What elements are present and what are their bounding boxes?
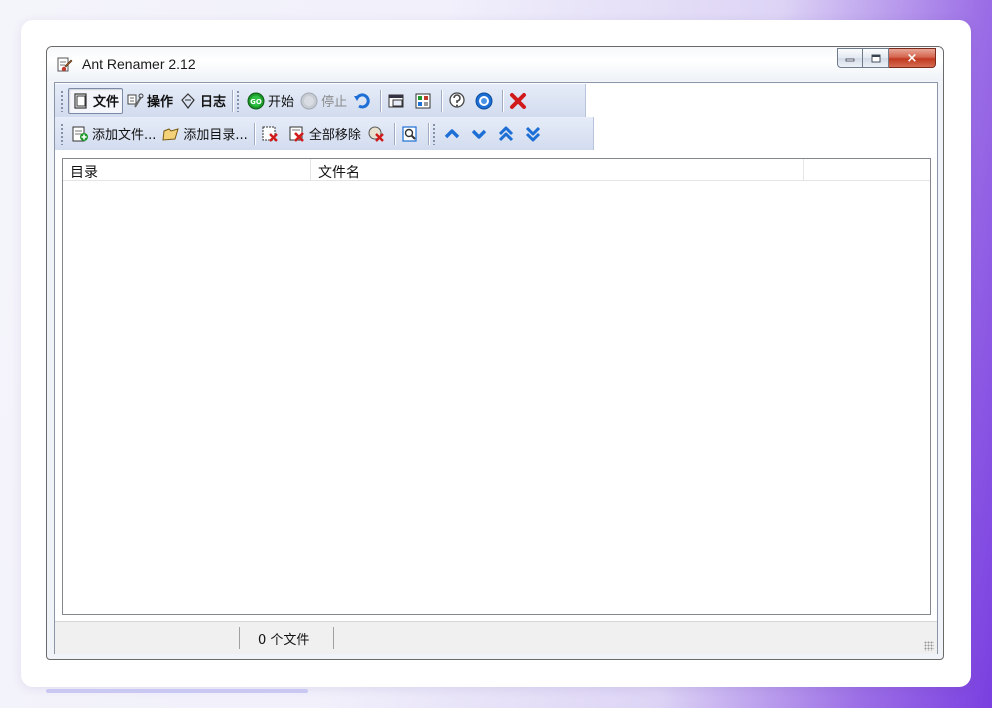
remove-dead-button[interactable] (364, 122, 391, 146)
undo-icon (354, 92, 370, 108)
stop-icon (300, 92, 318, 109)
double-arrow-up-icon (498, 126, 513, 141)
move-top-button[interactable] (494, 122, 521, 146)
remove-all-label: 全部移除 (308, 128, 361, 143)
toolbar-separator (253, 122, 255, 145)
minimize-button[interactable] (837, 48, 863, 68)
folder-icon (162, 127, 180, 141)
close-button[interactable]: × (889, 48, 936, 68)
svg-text:GO: GO (250, 98, 262, 106)
status-panel-empty (55, 627, 240, 649)
files-tab-label: 文件 (93, 95, 120, 110)
file-list[interactable]: 目录 文件名 (62, 158, 931, 615)
app-icon (57, 57, 73, 72)
remove-all-button[interactable]: 全部移除 (285, 122, 364, 146)
maximize-button[interactable] (863, 48, 889, 68)
log-tab-label: 日志 (200, 95, 227, 110)
main-toolbar: 文件 操作 日志 GO 开始 停止 (55, 84, 586, 117)
toolbar-grip[interactable] (60, 89, 64, 112)
move-up-button[interactable] (440, 122, 467, 146)
help-icon (449, 91, 465, 108)
toolbar-grip[interactable] (236, 89, 241, 112)
exit-button[interactable] (506, 89, 533, 113)
files-toolbar: 添加文件... 添加目录... 全部移除 (55, 117, 594, 150)
card-accent-bar (46, 689, 308, 693)
toolbar-area: 文件 操作 日志 GO 开始 停止 添加文件... 添加目录... 全部移除 (55, 83, 937, 151)
magnifier-icon (402, 125, 417, 142)
title-bar[interactable]: Ant Renamer 2.12 × (47, 47, 943, 81)
add-file-icon (72, 126, 88, 141)
add-files-label: 添加文件... (92, 128, 157, 143)
go-icon: GO (247, 92, 265, 109)
window-mode-button[interactable] (384, 89, 411, 113)
toolbar-separator (502, 89, 504, 112)
add-folder-button[interactable]: 添加目录... (159, 122, 250, 146)
window-icon (388, 94, 404, 107)
maximize-icon (871, 54, 880, 62)
settings-button[interactable] (411, 89, 438, 113)
list-header: 目录 文件名 (63, 159, 930, 181)
remove-selected-button[interactable] (258, 122, 285, 146)
grid-icon (415, 93, 431, 108)
toolbar-separator (393, 122, 395, 145)
start-label: 开始 (268, 95, 295, 110)
remove-all-icon (289, 126, 304, 142)
log-icon (181, 92, 195, 109)
add-files-button[interactable]: 添加文件... (68, 122, 159, 146)
toolbar-grip[interactable] (60, 122, 64, 145)
files-icon (74, 92, 87, 109)
move-down-button[interactable] (467, 122, 494, 146)
toolbar-separator (380, 89, 382, 112)
minimize-icon (845, 58, 855, 62)
app-window: Ant Renamer 2.12 × 文件 操作 日志 GO 开始 停止 添加文… (46, 46, 944, 660)
arrow-up-icon (444, 128, 460, 138)
toolbar-grip[interactable] (431, 122, 436, 145)
actions-tab-label: 操作 (147, 95, 174, 110)
double-arrow-down-icon (525, 126, 540, 141)
preview-button[interactable] (398, 122, 425, 146)
start-button[interactable]: GO 开始 (244, 89, 297, 113)
stop-label: 停止 (321, 95, 348, 110)
window-title: Ant Renamer 2.12 (82, 56, 196, 72)
remove-selected-icon (262, 126, 278, 142)
log-tab-button[interactable]: 日志 (176, 89, 229, 113)
client-area: 文件 操作 日志 GO 开始 停止 添加文件... 添加目录... 全部移除 目… (54, 82, 938, 654)
arrow-down-icon (471, 129, 487, 139)
stop-button[interactable]: 停止 (297, 89, 350, 113)
add-folder-label: 添加目录... (183, 128, 248, 143)
remove-missing-icon (368, 126, 384, 142)
info-icon (475, 92, 493, 109)
actions-tab-button[interactable]: 操作 (123, 89, 176, 113)
move-bottom-button[interactable] (521, 122, 548, 146)
status-file-count: 0 个文件 (240, 627, 334, 649)
toolbar-separator (441, 89, 443, 112)
help-button[interactable] (445, 89, 472, 113)
files-tab-button[interactable]: 文件 (68, 87, 124, 114)
caption-buttons: × (837, 48, 936, 68)
toolbar-separator (427, 122, 429, 145)
column-header-empty[interactable] (804, 159, 930, 180)
close-icon: × (906, 50, 918, 66)
tools-icon (127, 93, 144, 108)
column-header-filename[interactable]: 文件名 (311, 159, 804, 181)
exit-icon (510, 92, 527, 109)
undo-button[interactable] (350, 89, 377, 113)
about-button[interactable] (472, 89, 499, 113)
resize-grip[interactable] (924, 641, 934, 651)
status-bar: 0 个文件 (55, 621, 937, 654)
toolbar-separator (232, 89, 234, 112)
column-header-directory[interactable]: 目录 (63, 159, 311, 181)
